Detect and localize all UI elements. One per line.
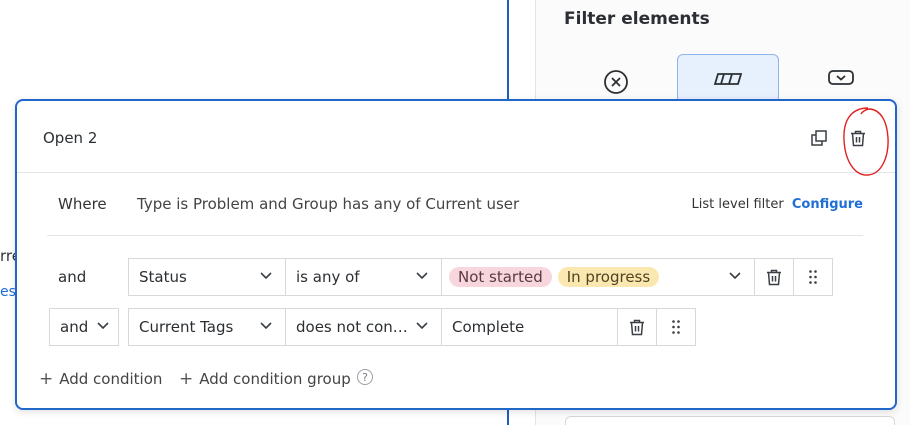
trash-icon	[630, 319, 644, 335]
configure-link[interactable]: Configure	[792, 197, 863, 212]
add-condition-button[interactable]: + Add condition	[39, 369, 162, 389]
add-condition-label: Add condition	[59, 370, 163, 388]
field-value: Status	[139, 268, 187, 286]
value-tag-in-progress[interactable]: In progress	[557, 267, 660, 287]
chevron-down-icon	[416, 322, 428, 330]
chevron-down-icon	[416, 272, 428, 280]
where-summary: Type is Problem and Group has any of Cur…	[137, 195, 520, 213]
chevron-down-icon	[260, 322, 272, 330]
operator-select[interactable]: does not con…	[285, 308, 442, 346]
list-level-label: List level filter	[691, 197, 784, 212]
field-select[interactable]: Current Tags	[128, 308, 286, 346]
plus-icon: +	[39, 369, 54, 389]
dialog-header: Open 2	[17, 101, 895, 176]
divider	[47, 235, 863, 236]
field-value: Current Tags	[139, 318, 234, 336]
panel-card-edge	[565, 416, 895, 425]
help-icon[interactable]: ?	[357, 369, 373, 385]
panel-title: Filter elements	[564, 9, 710, 29]
duplicate-icon	[811, 130, 827, 146]
dialog-title: Open 2	[43, 129, 98, 147]
delete-condition-button[interactable]	[617, 308, 657, 346]
operator-value: is any of	[296, 268, 360, 286]
drag-dots-icon	[672, 320, 680, 334]
tags-icon	[713, 73, 743, 85]
where-label: Where	[58, 195, 107, 213]
value-tag-not-started[interactable]: Not started	[449, 267, 552, 287]
app-stage: rre est Filter elements Open 2 Where Typ…	[0, 0, 910, 425]
drag-handle[interactable]	[793, 258, 833, 296]
dropdown-box-icon	[828, 70, 854, 85]
value-multiselect[interactable]: Not started In progress	[441, 258, 755, 296]
chevron-down-icon	[260, 272, 272, 280]
value-text: Complete	[452, 318, 525, 336]
drag-dots-icon	[809, 270, 817, 284]
value-input[interactable]: Complete	[441, 308, 618, 346]
chevron-down-icon	[97, 322, 109, 330]
duplicate-button[interactable]	[809, 128, 829, 148]
operator-value: does not con…	[296, 318, 408, 336]
add-condition-group-button[interactable]: + Add condition group	[179, 369, 351, 389]
conjunction-select[interactable]: and	[49, 308, 119, 346]
operator-select[interactable]: is any of	[285, 258, 442, 296]
conjunction-label: and	[58, 268, 87, 286]
chevron-down-icon	[729, 272, 741, 280]
trash-icon	[851, 130, 865, 146]
trash-icon	[767, 269, 781, 285]
field-select[interactable]: Status	[128, 258, 286, 296]
delete-condition-button[interactable]	[754, 258, 794, 296]
drag-handle[interactable]	[656, 308, 696, 346]
plus-icon: +	[179, 369, 194, 389]
add-condition-group-label: Add condition group	[199, 370, 351, 388]
list-level-filter: List level filter Configure	[692, 197, 863, 212]
filter-dialog: Open 2 Where Type is Problem and Group h…	[15, 99, 897, 410]
circle-x-icon	[604, 70, 628, 94]
delete-group-button[interactable]	[848, 128, 868, 148]
conjunction-value: and	[60, 318, 89, 336]
